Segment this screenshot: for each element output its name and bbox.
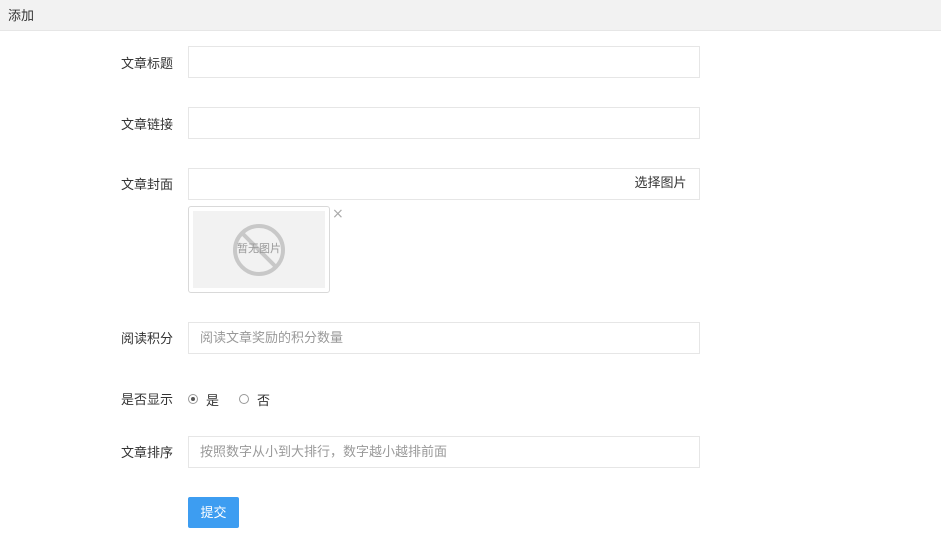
points-input[interactable] <box>188 322 700 354</box>
sort-input[interactable] <box>188 436 700 468</box>
radio-label-no: 否 <box>257 393 271 409</box>
cover-preview: 暂无图片 <box>188 206 330 293</box>
title-label: 文章标题 <box>120 57 173 72</box>
link-label: 文章链接 <box>120 118 173 133</box>
sort-label: 文章排序 <box>120 446 173 461</box>
page-header: 添加 <box>0 0 941 31</box>
link-input[interactable] <box>188 107 700 139</box>
cover-input[interactable] <box>188 168 623 200</box>
remove-image-icon[interactable]: × <box>332 207 344 221</box>
display-radio-group: 是 否 <box>188 390 282 409</box>
cover-label: 文章封面 <box>120 178 173 193</box>
radio-checked-icon[interactable] <box>188 394 198 404</box>
title-input[interactable] <box>188 46 700 78</box>
points-label: 阅读积分 <box>120 332 173 347</box>
submit-button[interactable]: 提交 <box>188 497 239 528</box>
no-image-text: 暂无图片 <box>237 242 281 255</box>
display-radio-no[interactable]: 否 <box>239 390 270 409</box>
display-label: 是否显示 <box>120 393 173 408</box>
page-title: 添加 <box>8 9 35 24</box>
choose-image-button[interactable]: 选择图片 <box>622 168 700 200</box>
radio-label-yes: 是 <box>206 393 220 409</box>
no-image-placeholder: 暂无图片 <box>193 211 325 288</box>
display-radio-yes[interactable]: 是 <box>188 390 219 409</box>
radio-unchecked-icon[interactable] <box>239 394 250 404</box>
